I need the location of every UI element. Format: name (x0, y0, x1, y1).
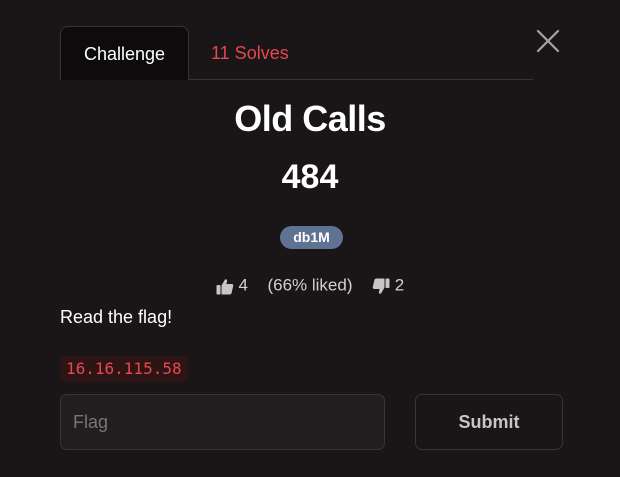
submit-button[interactable]: Submit (415, 394, 563, 450)
challenge-points: 484 (281, 158, 339, 196)
dislike-count: 2 (394, 275, 405, 295)
tab-solves[interactable]: 11 Solves (211, 26, 289, 79)
challenge-description: Read the flag! (60, 307, 173, 327)
author-badge: db1M (280, 226, 343, 249)
liked-percentage: (66% liked) (267, 275, 353, 295)
thumbs-down-icon[interactable] (372, 276, 395, 295)
tab-bar: Challenge 11 Solves (60, 26, 533, 80)
close-icon[interactable] (536, 29, 560, 53)
like-count: 4 (238, 275, 248, 295)
challenge-modal: Challenge 11 Solves Old Calls 484 db1M 4… (0, 0, 620, 477)
challenge-title: Old Calls (234, 98, 386, 139)
thumbs-up-icon[interactable] (216, 276, 239, 295)
rating-row: 4 (66% liked) 2 (0, 275, 620, 296)
tab-challenge[interactable]: Challenge (60, 26, 189, 80)
flag-input[interactable] (60, 394, 385, 450)
connection-address: 16.16.115.58 (60, 356, 188, 382)
